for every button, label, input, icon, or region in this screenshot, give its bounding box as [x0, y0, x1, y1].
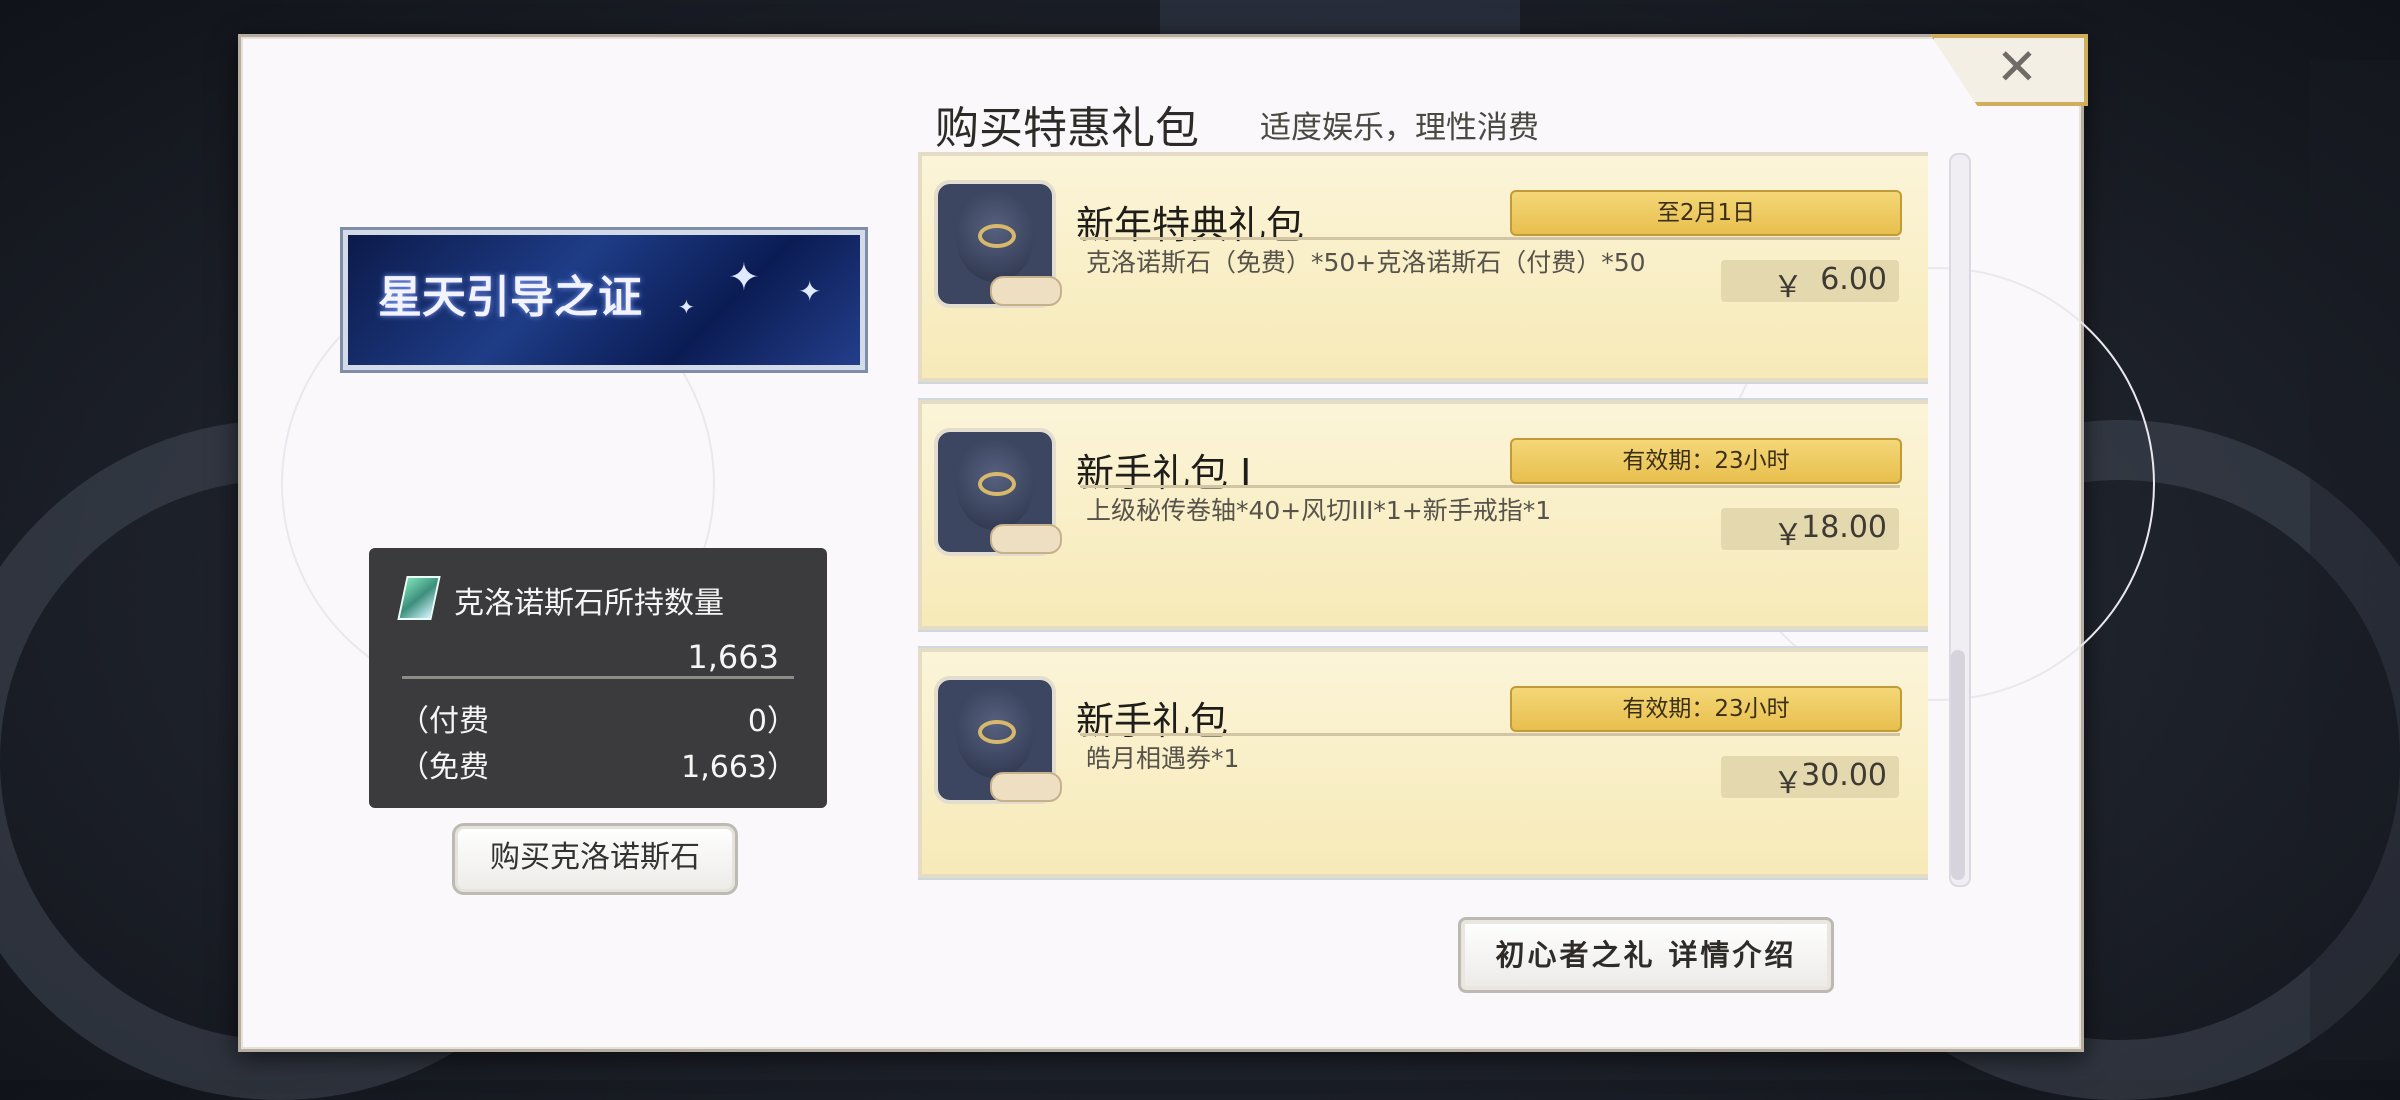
pack-duration-badge: 至2月1日 — [1510, 190, 1902, 236]
buy-stones-button[interactable]: 购买克洛诺斯石 — [452, 823, 738, 895]
free-stones-label: （免费 — [399, 750, 489, 785]
banner-title: 星天引导之证 — [378, 272, 642, 323]
pack-contents: 克洛诺斯石（免费）*50+克洛诺斯石（付费）*50 — [1086, 248, 1646, 277]
event-banner[interactable]: ✦ ✦ ✦ 星天引导之证 — [343, 230, 865, 370]
divider — [1080, 237, 1900, 240]
pack-price-button[interactable]: ￥ 6.00 — [1721, 260, 1899, 305]
gift-bag-icon — [934, 676, 1062, 804]
beginner-gift-details-button[interactable]: 初心者之礼 详情介绍 — [1458, 917, 1834, 993]
pack-price: 18.00 — [1801, 510, 1887, 545]
stone-balance-total: 1,663 — [687, 638, 779, 676]
stone-balance-label: 克洛诺斯石所持数量 — [454, 586, 724, 621]
pack-contents: 皓月相遇券*1 — [1086, 744, 1240, 773]
scrollbar-thumb[interactable] — [1951, 650, 1965, 880]
dialog-title: 购买特惠礼包 — [935, 103, 1199, 154]
pack-price-button[interactable]: ￥ 18.00 — [1721, 508, 1899, 553]
pack-contents: 上级秘传卷轴*40+风切III*1+新手戒指*1 — [1086, 496, 1552, 525]
pack-price-button[interactable]: ￥ 30.00 — [1721, 756, 1899, 801]
pack-price: 30.00 — [1801, 758, 1887, 793]
paid-stones-value: 0） — [747, 704, 797, 739]
pack-title: 新手礼包 — [1076, 699, 1229, 743]
pack-duration-badge: 有效期：23小时 — [1510, 686, 1902, 732]
star-icon: ✦ — [798, 275, 822, 308]
currency-symbol: ￥ — [1773, 270, 1803, 305]
paid-stones-label: （付费 — [399, 704, 489, 739]
stone-balance-panel: 克洛诺斯石所持数量 1,663 （付费 0） （免费 1,663） — [369, 548, 827, 808]
pack-title: 新手礼包 I — [1076, 451, 1252, 495]
dialog-subtitle: 适度娱乐，理性消费 — [1260, 110, 1539, 146]
free-stones-value: 1,663） — [681, 750, 797, 785]
gift-bag-icon — [934, 428, 1062, 556]
star-icon: ✦ — [678, 295, 695, 319]
divider — [1080, 485, 1900, 488]
paid-stones-row: （付费 0） — [399, 696, 797, 739]
background-decoration — [2310, 60, 2400, 1060]
gift-pack-item[interactable]: 新手礼包 I 有效期：23小时 上级秘传卷轴*40+风切III*1+新手戒指*1… — [918, 398, 1928, 632]
pack-duration-badge: 有效期：23小时 — [1510, 438, 1902, 484]
pack-price: 6.00 — [1820, 262, 1887, 297]
divider — [1080, 733, 1900, 736]
currency-symbol: ￥ — [1773, 518, 1803, 553]
free-stones-row: （免费 1,663） — [399, 742, 797, 785]
star-icon: ✦ — [728, 255, 760, 299]
gift-pack-item[interactable]: 新年特典礼包 至2月1日 克洛诺斯石（免费）*50+克洛诺斯石（付费）*50 ￥… — [918, 152, 1928, 384]
gift-pack-list[interactable]: 新年特典礼包 至2月1日 克洛诺斯石（免费）*50+克洛诺斯石（付费）*50 ￥… — [918, 152, 1928, 882]
gift-bag-icon — [934, 180, 1062, 308]
currency-symbol: ￥ — [1773, 766, 1803, 801]
crystal-icon — [397, 576, 441, 620]
pack-title: 新年特典礼包 — [1076, 203, 1305, 247]
divider — [402, 676, 794, 679]
close-icon[interactable]: ✕ — [1996, 38, 2038, 96]
gift-pack-item[interactable]: 新手礼包 有效期：23小时 皓月相遇券*1 ￥ 30.00 — [918, 646, 1928, 880]
